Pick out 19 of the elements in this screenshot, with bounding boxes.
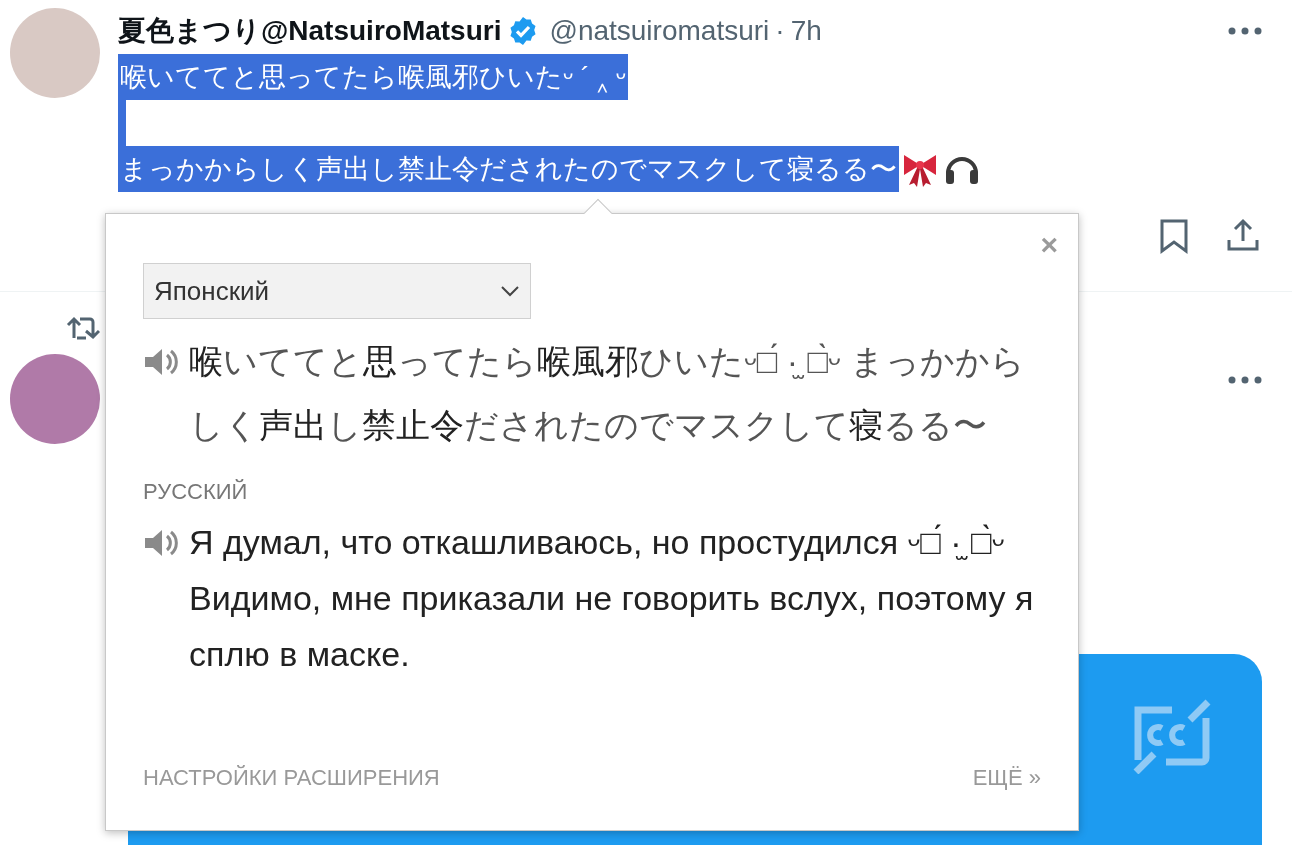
translation-text: Я думал, что откашливаюсь, но простудился ᵕ□́ ·̫ □̀ᵕ Видимо, мне приказали не говорить вслух, поэтому я сплю в маске.	[189, 522, 1035, 675]
author-name[interactable]: 夏色まつり@NatsuiroMatsuri	[118, 10, 502, 52]
bookmark-icon[interactable]	[1158, 218, 1190, 254]
post-time[interactable]: 7h	[790, 10, 822, 52]
more-icon[interactable]	[1228, 376, 1262, 384]
post-text: 喉いててと思ってたら喉風邪ひいたᵕ ´ ‸ ᵕ	[118, 54, 628, 100]
chevron-down-icon	[500, 285, 520, 297]
speaker-icon[interactable]	[143, 347, 179, 377]
share-icon[interactable]	[1226, 218, 1260, 252]
language-select[interactable]: Японский	[143, 263, 531, 319]
repost-icon	[66, 314, 100, 342]
source-text: 喉いててと思ってたら喉風邪ひいたᵕ□́ ·̫ □̀ᵕ まっかからしく声出し禁止令だされたのでマスクして寝るる〜	[189, 341, 1027, 446]
target-language-label: РУССКИЙ	[143, 478, 249, 506]
captions-off-icon[interactable]	[1132, 698, 1212, 774]
separator-dot: ·	[775, 14, 785, 48]
user-handle[interactable]: @natsuiromatsuri	[549, 10, 770, 52]
speaker-icon[interactable]	[143, 528, 179, 558]
more-icon[interactable]	[1228, 27, 1262, 35]
post-text: まっかからしく声出し禁止令だされたのでマスクして寝るる〜	[118, 146, 899, 192]
